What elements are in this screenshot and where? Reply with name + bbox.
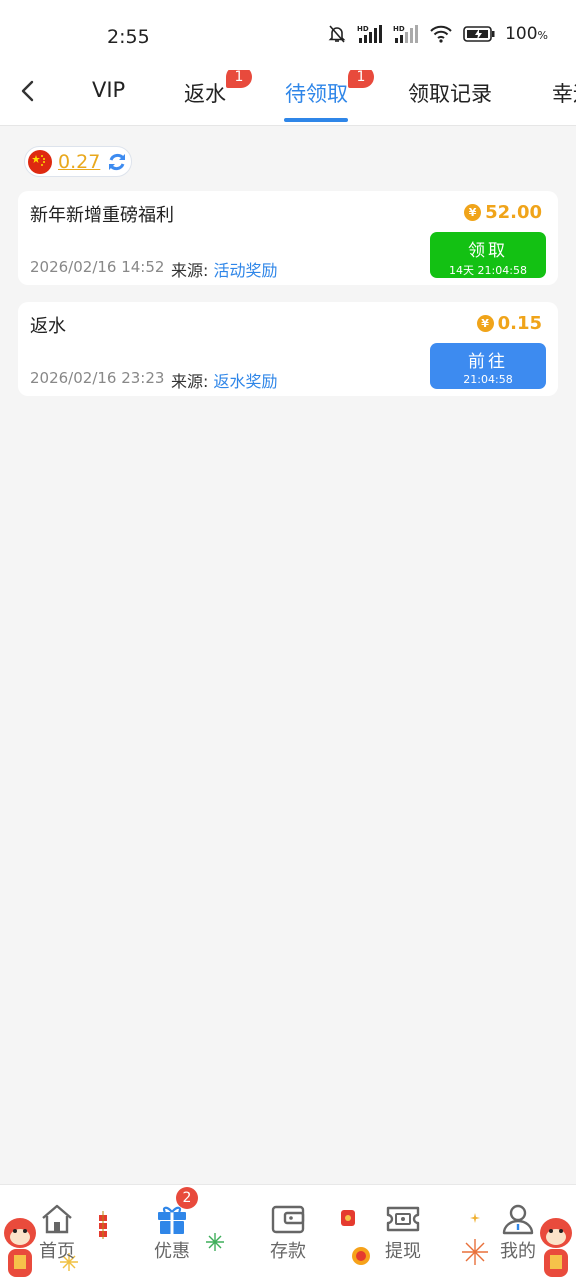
tab-rebate-badge: 1 [226, 70, 252, 88]
withdraw-icon [386, 1206, 420, 1232]
bottom-nav: 首页 2 优惠 存款 提现 我的 [0, 1184, 576, 1280]
firework-icon [462, 1239, 488, 1265]
tab-lucky[interactable]: 幸运 [552, 78, 576, 108]
promotions-badge: 2 [176, 1187, 198, 1209]
reward-title: 新年新增重磅福利 [30, 205, 174, 226]
firecracker-icon [341, 1210, 355, 1226]
china-flag-icon [28, 149, 52, 174]
status-time: 2:55 [107, 26, 150, 48]
coin-icon: ¥ [464, 204, 482, 221]
wallet-icon [271, 1205, 305, 1234]
nav-profile[interactable]: 我的 [488, 1203, 548, 1263]
reward-date: 2026/02/16 23:23 [30, 369, 165, 387]
active-tab-indicator [284, 118, 348, 122]
lantern-icon [352, 1247, 370, 1265]
reward-amount: ¥ 0.15 [476, 313, 542, 334]
tab-vip[interactable]: VIP [92, 78, 125, 102]
tab-rebate[interactable]: 返水 [184, 78, 226, 108]
nav-deposit[interactable]: 存款 [258, 1203, 318, 1263]
battery-icon [463, 26, 495, 42]
balance-amount: 0.27 [58, 150, 101, 173]
battery-level: 100% [505, 24, 548, 44]
status-icons: HD HD 100% [327, 24, 548, 44]
back-arrow-icon[interactable] [16, 78, 42, 104]
reward-source: 来源: 返水奖励 [171, 372, 278, 391]
claim-button[interactable]: 领取 14天 21:04:58 [430, 232, 546, 278]
home-icon [42, 1204, 72, 1234]
nav-promotions[interactable]: 2 优惠 [142, 1187, 202, 1263]
firework-icon [206, 1233, 224, 1251]
firecracker-icon [99, 1211, 107, 1239]
bell-off-icon [328, 25, 346, 43]
refresh-icon[interactable] [106, 151, 128, 173]
svg-text:HD: HD [357, 25, 369, 33]
top-nav: VIP 返水 1 待领取 1 领取记录 幸运 [0, 70, 576, 126]
sparkle-icon [470, 1213, 480, 1223]
reward-amount: ¥ 52.00 [464, 202, 542, 223]
coin-icon: ¥ [476, 315, 494, 332]
reward-title: 返水 [30, 316, 66, 337]
status-bar: 2:55 HD HD 100% [0, 0, 576, 70]
wifi-icon [430, 25, 452, 43]
tab-pending[interactable]: 待领取 [285, 78, 348, 108]
user-icon [502, 1204, 534, 1235]
go-button[interactable]: 前往 21:04:58 [430, 343, 546, 389]
reward-source: 来源: 活动奖励 [171, 261, 278, 280]
svg-text:HD: HD [393, 25, 405, 33]
signal-hd-icon: HD [393, 25, 419, 43]
tab-pending-badge: 1 [348, 70, 374, 88]
reward-date: 2026/02/16 14:52 [30, 258, 165, 276]
signal-hd-icon: HD [357, 25, 383, 43]
balance-chip: 0.27 [24, 146, 132, 177]
nav-withdraw[interactable]: 提现 [373, 1203, 433, 1263]
tab-claim-history[interactable]: 领取记录 [408, 78, 492, 108]
reward-card: 返水 ¥ 0.15 2026/02/16 23:23 来源: 返水奖励 前往 2… [18, 302, 558, 396]
nav-home[interactable]: 首页 [27, 1203, 87, 1263]
reward-card: 新年新增重磅福利 ¥ 52.00 2026/02/16 14:52 来源: 活动… [18, 191, 558, 285]
